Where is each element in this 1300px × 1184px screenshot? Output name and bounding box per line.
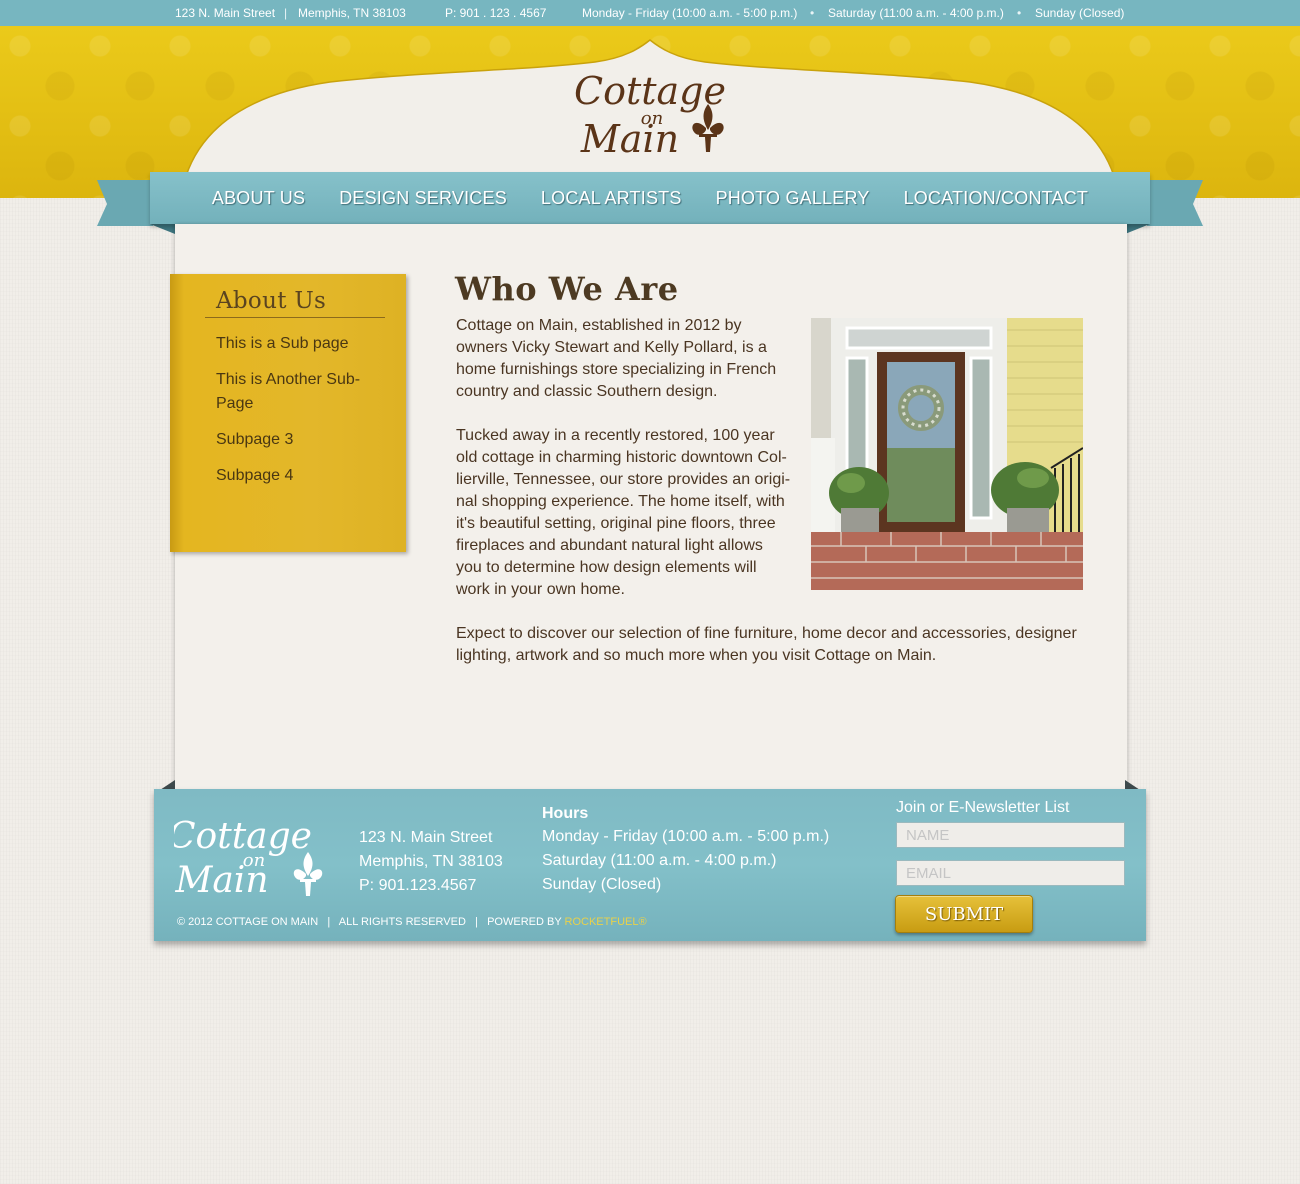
newsletter-submit-button[interactable]: SUBMIT <box>895 895 1033 933</box>
nav-local-artists[interactable]: LOCAL ARTISTS <box>524 188 699 209</box>
footer-hours-weekday: Monday - Friday (10:00 a.m. - 5:00 p.m.) <box>542 828 830 845</box>
paragraph-line: Cottage on Main, established in 2012 by <box>456 317 742 334</box>
paragraph-line: fireplaces and abundant natural light al… <box>456 537 763 554</box>
fleur-de-lis-icon <box>293 852 323 896</box>
footer-address-city: Memphis, TN 38103 <box>359 853 503 870</box>
footer-hours-saturday: Saturday (11:00 a.m. - 4:00 p.m.) <box>542 852 777 869</box>
footer-phone: P: 901.123.4567 <box>359 877 477 894</box>
paragraph-line: it's beautiful setting, original pine fl… <box>456 515 776 532</box>
paragraph-line: nal shopping experience. The home itself… <box>456 493 785 510</box>
sidebar-link-subpage-3[interactable]: Subpage 3 <box>216 428 386 452</box>
powered-by-link[interactable]: ROCKETFUEL® <box>565 916 647 928</box>
sidebar-link-another-sub-page[interactable]: This is Another Sub-Page <box>216 368 386 416</box>
cottage-on-main-logo[interactable]: Cottage on Main <box>560 66 740 162</box>
footer-copyright: © 2012 COTTAGE ON MAIN | ALL RIGHTS RESE… <box>177 916 647 928</box>
newsletter-name-input[interactable] <box>896 822 1125 848</box>
main-nav: ABOUT US DESIGN SERVICES LOCAL ARTISTS P… <box>150 172 1150 224</box>
paragraph-line: old cottage in charming historic downtow… <box>456 449 787 466</box>
newsletter-email-input[interactable] <box>896 860 1125 886</box>
sidebar-divider <box>205 317 385 318</box>
article-paragraph-1: Cottage on Main, established in 2012 by … <box>456 315 776 403</box>
sidebar-panel: About Us This is a Sub page This is Anot… <box>170 274 406 552</box>
paragraph-line: owners Vicky Stewart and Kelly Pollard, … <box>456 339 767 356</box>
paragraph-line: work in your own home. <box>456 581 625 598</box>
sidebar-link-subpage-4[interactable]: Subpage 4 <box>216 464 386 488</box>
paragraph-line: lierville, Tennessee, our store provides… <box>456 471 791 488</box>
newsletter-title: Join or E-Newsletter List <box>896 799 1070 816</box>
logo-text-main: Main <box>580 117 679 161</box>
paragraph-line: Expect to discover our selection of fine… <box>456 625 1077 642</box>
footer-address-street: 123 N. Main Street <box>359 829 493 846</box>
cottage-porch-photo <box>811 318 1083 590</box>
paragraph-line: Tucked away in a recently restored, 100 … <box>456 427 775 444</box>
paragraph-line: country and classic Southern design. <box>456 383 718 400</box>
footer-logo-main: Main <box>174 860 268 900</box>
paragraph-line: lighting, artwork and so much more when … <box>456 647 937 664</box>
nav-photo-gallery[interactable]: PHOTO GALLERY <box>699 188 887 209</box>
footer-hours-heading: Hours <box>542 805 589 822</box>
article-paragraph-2: Tucked away in a recently restored, 100 … <box>456 425 790 601</box>
logo-text-cottage: Cottage <box>574 69 726 113</box>
nav-about-us[interactable]: ABOUT US <box>195 188 322 209</box>
paragraph-line: you to determine how design elements wil… <box>456 559 757 576</box>
copyright-text: © 2012 COTTAGE ON MAIN | ALL RIGHTS RESE… <box>177 916 565 928</box>
article-paragraph-3: Expect to discover our selection of fine… <box>456 623 1077 667</box>
sidebar-title: About Us <box>216 288 327 314</box>
footer-hours-sunday: Sunday (Closed) <box>542 876 662 893</box>
page-title: Who We Are <box>455 270 679 308</box>
footer-logo[interactable]: Cottage on Main <box>174 814 330 900</box>
nav-design-services[interactable]: DESIGN SERVICES <box>322 188 524 209</box>
sidebar-link-sub-page[interactable]: This is a Sub page <box>216 332 386 356</box>
paragraph-line: home furnishings store specializing in F… <box>456 361 777 378</box>
nav-location-contact[interactable]: LOCATION/CONTACT <box>887 188 1106 209</box>
